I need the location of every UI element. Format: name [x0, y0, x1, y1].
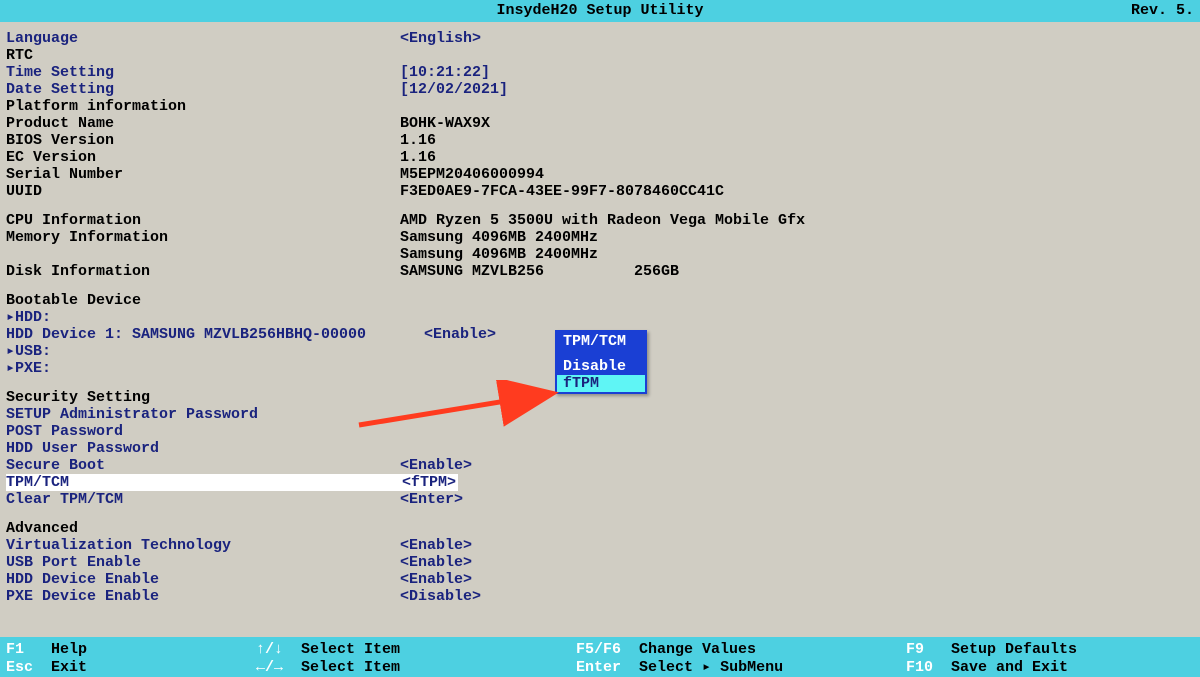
- language-value[interactable]: <English>: [400, 30, 1194, 47]
- hint-f9: F9 Setup Defaults: [906, 641, 1194, 659]
- hint-leftright: ←/→ Select Item: [256, 659, 576, 677]
- product-label: Product Name: [6, 115, 400, 132]
- hdd-dev-value[interactable]: <Enable>: [400, 571, 1194, 588]
- hint-esc: Esc Exit: [6, 659, 256, 677]
- hdd-dev-label[interactable]: HDD Device Enable: [6, 571, 400, 588]
- boot-pxe[interactable]: ▸PXE:: [6, 360, 400, 377]
- clear-tpm-label[interactable]: Clear TPM/TCM: [6, 491, 400, 508]
- mem-label: Memory Information: [6, 229, 400, 246]
- popup-option-disable[interactable]: Disable: [557, 358, 645, 375]
- disk-value: SAMSUNG MZVLB256XXXXXXXXX 256GB: [400, 263, 1194, 280]
- cpu-value: AMD Ryzen 5 3500U with Radeon Vega Mobil…: [400, 212, 1194, 229]
- uuid-value: F3ED0AE9-7FCA-43EE-99F7-8078460CC41C: [400, 183, 1194, 200]
- mem-value: Samsung 4096MB 2400MHz: [400, 229, 1194, 246]
- hint-enter: Enter Select ▸ SubMenu: [576, 659, 906, 677]
- security-section: Security Setting: [6, 389, 400, 406]
- serial-label: Serial Number: [6, 166, 400, 183]
- post-pw[interactable]: POST Password: [6, 423, 400, 440]
- cpu-label: CPU Information: [6, 212, 400, 229]
- date-value[interactable]: [12/02/2021]: [400, 81, 1194, 98]
- header-rev: Rev. 5.: [1131, 0, 1194, 22]
- ec-ver-label: EC Version: [6, 149, 400, 166]
- tpm-tcm-label[interactable]: TPM/TCM: [6, 474, 400, 491]
- ec-ver-value: 1.16: [400, 149, 1194, 166]
- usb-port-value[interactable]: <Enable>: [400, 554, 1194, 571]
- advanced-section: Advanced: [6, 520, 400, 537]
- bios-ver-label: BIOS Version: [6, 132, 400, 149]
- usb-port-label[interactable]: USB Port Enable: [6, 554, 400, 571]
- serial-value: M5EPM20406000994: [400, 166, 1194, 183]
- platform-label: Platform information: [6, 98, 400, 115]
- boot-usb[interactable]: ▸USB:: [6, 343, 400, 360]
- language-label[interactable]: Language: [6, 30, 400, 47]
- disk-label: Disk Information: [6, 263, 400, 280]
- bios-footer: F1 Help Esc Exit ↑/↓ Select Item ←/→ Sel…: [0, 637, 1200, 677]
- hint-f1: F1 Help: [6, 641, 256, 659]
- boot-hdd1-label[interactable]: HDD Device 1: SAMSUNG MZVLB256HBHQ-00000: [6, 326, 424, 343]
- pxe-dev-value[interactable]: <Disable>: [400, 588, 1194, 605]
- clear-tpm-value[interactable]: <Enter>: [400, 491, 1194, 508]
- bootable-section: Bootable Device: [6, 292, 400, 309]
- date-label[interactable]: Date Setting: [6, 81, 400, 98]
- hdd-user-pw[interactable]: HDD User Password: [6, 440, 400, 457]
- time-value[interactable]: [10:21:22]: [400, 64, 1194, 81]
- hint-f5f6: F5/F6 Change Values: [576, 641, 906, 659]
- virt-value[interactable]: <Enable>: [400, 537, 1194, 554]
- product-value: BOHK-WAX9X: [400, 115, 1194, 132]
- mem-value-2: Samsung 4096MB 2400MHz: [400, 246, 1194, 263]
- setup-admin-pw[interactable]: SETUP Administrator Password: [6, 406, 400, 423]
- popup-option-ftpm[interactable]: fTPM: [557, 375, 645, 392]
- hint-f10: F10 Save and Exit: [906, 659, 1194, 677]
- secure-boot-value[interactable]: <Enable>: [400, 457, 1194, 474]
- time-label[interactable]: Time Setting: [6, 64, 400, 81]
- hint-updown: ↑/↓ Select Item: [256, 641, 576, 659]
- uuid-label: UUID: [6, 183, 400, 200]
- pxe-dev-label[interactable]: PXE Device Enable: [6, 588, 400, 605]
- tpm-popup-title: TPM/TCM: [557, 332, 645, 352]
- tpm-popup[interactable]: TPM/TCM Disable fTPM: [555, 330, 647, 394]
- boot-hdd1-value[interactable]: <Enable>: [424, 326, 1194, 343]
- tpm-tcm-value[interactable]: <fTPM>: [400, 474, 1194, 491]
- rtc-label: RTC: [6, 47, 400, 64]
- bios-header: InsydeH20 Setup Utility Rev. 5.: [0, 0, 1200, 22]
- secure-boot-label[interactable]: Secure Boot: [6, 457, 400, 474]
- header-title: InsydeH20 Setup Utility: [496, 2, 703, 19]
- virt-label[interactable]: Virtualization Technology: [6, 537, 400, 554]
- boot-hdd[interactable]: ▸HDD:: [6, 309, 400, 326]
- bios-ver-value: 1.16: [400, 132, 1194, 149]
